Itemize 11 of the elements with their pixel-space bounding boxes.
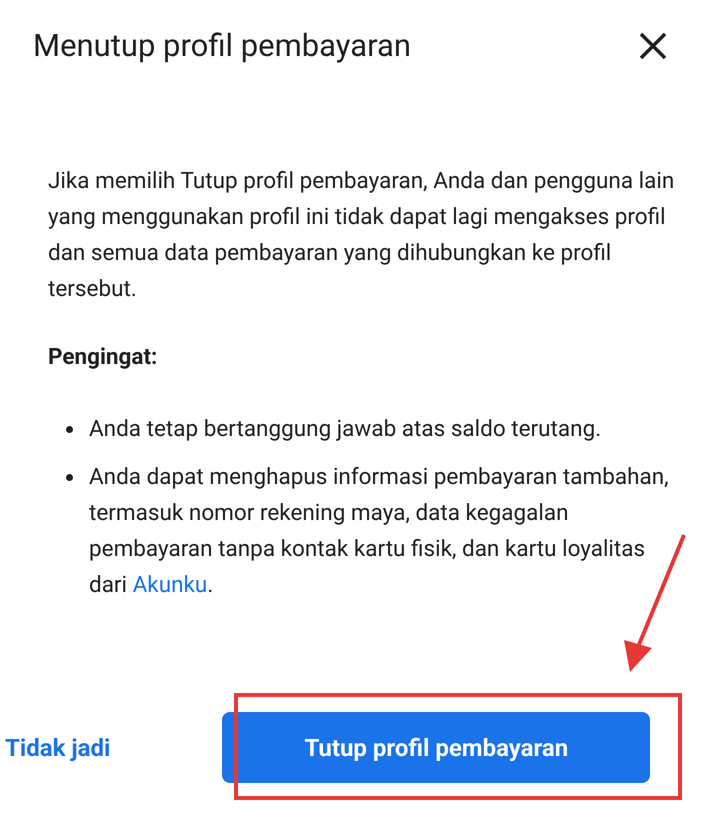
dialog-title: Menutup profil pembayaran bbox=[33, 26, 411, 66]
bullet-text: Anda dapat menghapus informasi pembayaran tambahan, termasuk nomor rekening maya, data kegagalan pembayaran tanpa kontak kartu fisik, dan kartu loyalitas dari Akunku. bbox=[89, 463, 670, 600]
description-text: Jika memilih Tutup profil pembayaran, Anda dan pengguna lain yang menggunakan profil ini tidak dapat lagi mengakses profil dan semua data pembayaran yang dihubungkan ke profil tersebut. bbox=[48, 167, 676, 304]
account-link[interactable]: Akunku bbox=[132, 572, 208, 598]
cancel-button[interactable]: Tidak jadi bbox=[5, 712, 110, 783]
close-icon[interactable] bbox=[638, 31, 668, 61]
bullet-icon bbox=[66, 426, 73, 433]
reminder-heading: Pengingat: bbox=[48, 343, 158, 372]
bullet-text: Anda tetap bertanggung jawab atas saldo terutang. bbox=[89, 415, 602, 444]
confirm-button[interactable]: Tutup profil pembayaran bbox=[222, 712, 650, 783]
bullet-icon bbox=[66, 474, 73, 481]
